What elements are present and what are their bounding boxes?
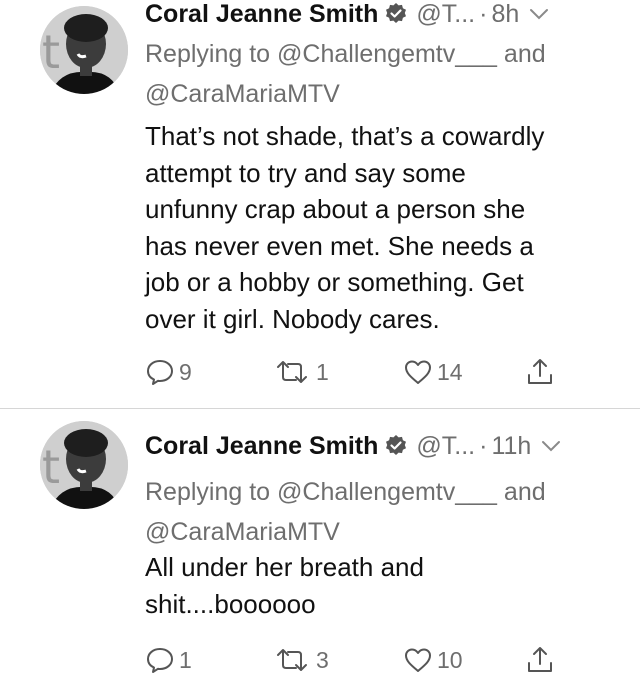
chevron-down-icon[interactable]: [529, 8, 549, 20]
verified-badge-icon: [384, 434, 408, 458]
reply-button[interactable]: 9: [145, 354, 192, 390]
separator-dot: ·: [479, 431, 488, 460]
tweet[interactable]: t Coral Jeanne Smith @T... · 11h Replyin…: [0, 409, 640, 694]
tweet-actions: 9 1 14: [145, 354, 575, 390]
share-icon: [525, 357, 555, 387]
tweet-text: That’s not shade, that’s a cowardly atte…: [145, 121, 545, 334]
share-button[interactable]: [525, 642, 555, 678]
author-name[interactable]: Coral Jeanne Smith: [145, 0, 378, 29]
retweet-count: 3: [316, 646, 329, 673]
replying-to-mention[interactable]: @CaraMariaMTV: [145, 512, 620, 552]
reply-bubble-icon: [145, 357, 175, 387]
avatar-photo: t: [40, 421, 128, 509]
author-handle[interactable]: @T...: [416, 432, 475, 461]
author-name[interactable]: Coral Jeanne Smith: [145, 432, 378, 461]
reply-button[interactable]: 1: [145, 642, 192, 678]
replying-to-line[interactable]: Replying to @Challengemtv___ and: [145, 472, 620, 512]
share-button[interactable]: [525, 354, 555, 390]
tweet-header: Coral Jeanne Smith @T... · 8h: [145, 0, 616, 31]
retweet-button[interactable]: 1: [272, 354, 329, 390]
retweet-icon: [272, 645, 312, 675]
svg-text:t: t: [42, 25, 60, 79]
avatar[interactable]: t: [40, 6, 128, 94]
tweet-header: Coral Jeanne Smith @T... · 11h: [145, 429, 616, 463]
replying-to-line[interactable]: Replying to @Challengemtv___ and: [145, 34, 620, 74]
replying-to: Replying to @Challengemtv___ and @CaraMa…: [145, 472, 620, 552]
verified-badge-icon: [384, 2, 408, 26]
like-button[interactable]: 10: [403, 642, 463, 678]
share-icon: [525, 645, 555, 675]
reply-count: 9: [179, 358, 192, 385]
svg-text:t: t: [42, 440, 60, 494]
chevron-down-icon[interactable]: [541, 440, 561, 452]
separator-dot: ·: [479, 0, 488, 28]
reply-count: 1: [179, 646, 192, 673]
reply-bubble-icon: [145, 645, 175, 675]
tweet-actions: 1 3 10: [145, 642, 575, 678]
heart-icon: [403, 357, 433, 387]
like-count: 14: [437, 358, 463, 385]
tweet-time[interactable]: 8h: [491, 0, 519, 29]
retweet-icon: [272, 357, 312, 387]
retweet-count: 1: [316, 358, 329, 385]
avatar[interactable]: t: [40, 421, 128, 509]
replying-to: Replying to @Challengemtv___ and @CaraMa…: [145, 34, 620, 114]
like-count: 10: [437, 646, 463, 673]
tweet-time[interactable]: 11h: [491, 432, 531, 461]
like-button[interactable]: 14: [403, 354, 463, 390]
replying-to-mention[interactable]: @CaraMariaMTV: [145, 74, 620, 114]
author-handle[interactable]: @T...: [416, 0, 475, 29]
heart-icon: [403, 645, 433, 675]
tweet-text: All under her breath and shit....boooooo: [145, 552, 424, 619]
retweet-button[interactable]: 3: [272, 642, 329, 678]
tweet[interactable]: t Coral Jeanne Smith @T... · 8h Replying…: [0, 0, 640, 408]
avatar-photo: t: [40, 6, 128, 94]
